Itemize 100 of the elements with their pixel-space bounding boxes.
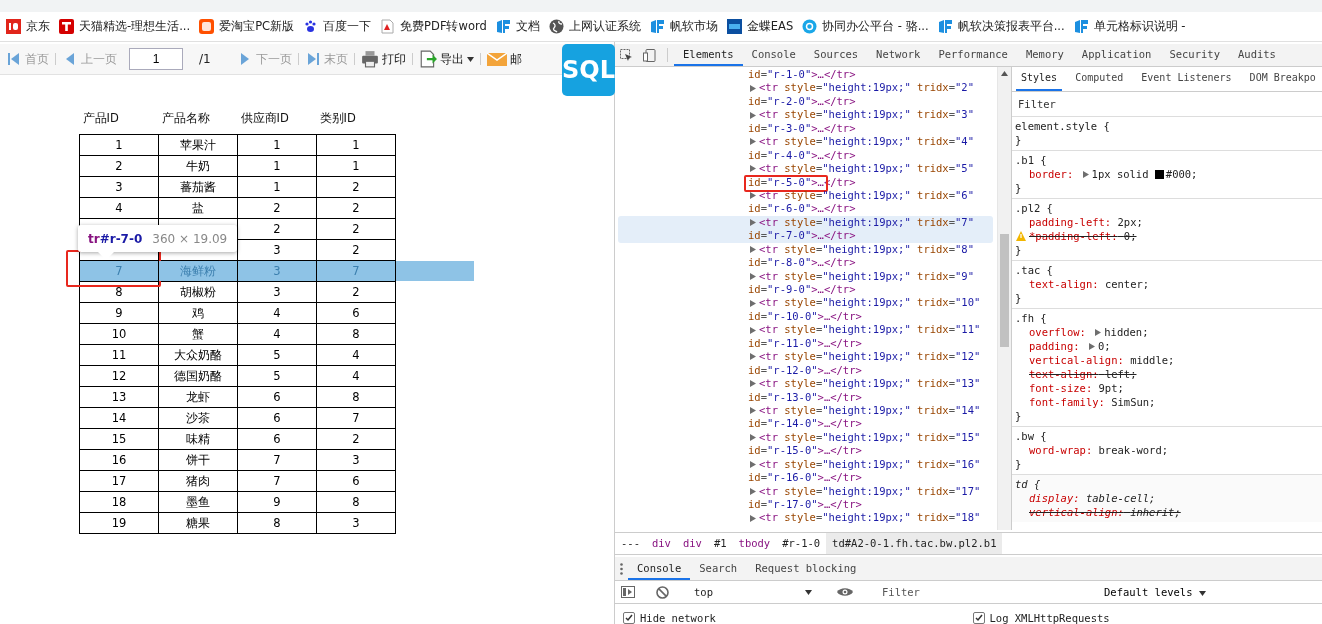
code-line: id="r-4-0">…</tr> — [748, 148, 856, 163]
context-select[interactable]: top — [690, 586, 816, 598]
breadcrumb[interactable]: div — [676, 533, 708, 554]
bookmark[interactable]: 帆软决策报表平台... — [937, 19, 1065, 34]
drawer-tab[interactable]: Request blocking — [746, 557, 866, 580]
expand-triangle-icon[interactable] — [750, 219, 756, 227]
expand-triangle-icon[interactable] — [1088, 343, 1095, 350]
expand-triangle-icon[interactable] — [750, 514, 756, 522]
styles-tab[interactable]: Computed — [1070, 67, 1129, 91]
styles-tab[interactable]: Styles — [1016, 67, 1063, 91]
breadcrumb[interactable]: td#A2-0-1.fh.tac.bw.pl2.b1 — [826, 533, 1003, 554]
code-line: <tr style="height:19px;" tridx="10" — [759, 296, 981, 310]
bookmark[interactable]: 免费PDF转word — [380, 19, 487, 34]
expand-triangle-icon[interactable] — [750, 272, 756, 280]
expand-triangle-icon[interactable] — [750, 111, 756, 119]
table-cell: 6 — [237, 428, 317, 450]
devtools-tab[interactable]: Elements — [674, 44, 743, 66]
levels-dropdown[interactable]: Default levels — [1098, 585, 1212, 599]
sidebar-toggle-icon[interactable] — [621, 586, 635, 598]
devtools-tab[interactable]: Memory — [1016, 44, 1073, 66]
code-line: id="r-8-0">…</tr> — [748, 256, 856, 270]
bookmark-icon — [937, 19, 953, 34]
expand-triangle-icon[interactable] — [1082, 171, 1089, 178]
scrollbar[interactable] — [997, 67, 1011, 530]
breadcrumb[interactable]: #1 — [707, 533, 733, 554]
devtools-tab[interactable]: Console — [742, 44, 805, 66]
color-swatch[interactable] — [1154, 170, 1164, 179]
expand-triangle-icon[interactable] — [750, 326, 756, 334]
expand-triangle-icon[interactable] — [750, 192, 756, 200]
code-line: id="r-3-0">…</tr> — [748, 121, 856, 136]
toolbar-button[interactable]: 打印 — [356, 50, 410, 68]
breadcrumb[interactable]: tbody — [732, 533, 777, 554]
breadcrumb[interactable]: div — [645, 533, 677, 554]
checkbox[interactable] — [623, 612, 635, 624]
drawer-tab[interactable]: Console — [628, 557, 691, 580]
code-line: <tr style="height:19px;" tridx="4" — [759, 135, 974, 149]
styles-tab[interactable]: Event Listeners — [1136, 67, 1237, 91]
table-cell: 19 — [79, 512, 159, 534]
code-line: <tr style="height:19px;" tridx="13" — [759, 377, 981, 391]
bookmark[interactable]: 京东 — [6, 19, 50, 34]
scroll-up-icon[interactable] — [1001, 71, 1008, 76]
expand-triangle-icon[interactable] — [750, 434, 756, 442]
bookmark[interactable]: 天猫精选-理想生活... — [59, 19, 191, 34]
bookmark[interactable]: 爱淘宝PC新版 — [199, 19, 295, 34]
page-number-field[interactable]: 1 — [129, 48, 183, 70]
devtools-tab[interactable]: Performance — [929, 44, 1017, 66]
expand-triangle-icon[interactable] — [750, 353, 756, 361]
bookmark[interactable]: 金蝶EAS — [726, 19, 794, 34]
table-cell: 4 — [79, 197, 159, 219]
expand-triangle-icon[interactable] — [750, 380, 756, 388]
bookmark[interactable]: 帆软市场 — [649, 19, 718, 34]
toolbar-button[interactable]: 邮 — [482, 50, 526, 68]
column-header: 类别ID — [316, 110, 396, 135]
expand-triangle-icon[interactable] — [750, 84, 756, 92]
styles-tab[interactable]: DOM Breakpo — [1244, 67, 1321, 91]
breadcrumb[interactable]: --- — [615, 533, 646, 554]
bookmark[interactable]: 单元格标识说明 - — [1073, 19, 1186, 34]
breadcrumb[interactable]: #r-1-0 — [776, 533, 827, 554]
clear-icon[interactable] — [656, 585, 669, 599]
rule-selector: .tac { — [1015, 263, 1054, 277]
expand-triangle-icon[interactable] — [750, 138, 756, 146]
table-cell: 6 — [237, 386, 317, 408]
table-cell: 6 — [316, 470, 396, 492]
expand-triangle-icon[interactable] — [750, 460, 756, 468]
devtools-tab[interactable]: Audits — [1229, 44, 1285, 66]
drawer-tab[interactable]: Search — [690, 557, 747, 580]
table-cell: 1 — [237, 134, 317, 156]
table-cell: 4 — [316, 365, 396, 387]
expand-triangle-icon[interactable] — [1095, 329, 1102, 336]
bookmark[interactable]: 文档 — [495, 19, 540, 34]
expand-triangle-icon[interactable] — [750, 487, 756, 495]
expand-triangle-icon[interactable] — [750, 299, 756, 307]
table-cell: 2 — [237, 197, 317, 219]
scrollbar-thumb[interactable] — [1000, 234, 1009, 347]
checkbox[interactable] — [972, 612, 985, 624]
devtools-tab[interactable]: Security — [1160, 44, 1229, 66]
devtools-tab[interactable]: Sources — [804, 44, 868, 66]
css-declaration: padding: 0; — [1029, 339, 1111, 353]
expand-triangle-icon[interactable] — [750, 245, 756, 253]
eye-icon[interactable] — [837, 587, 853, 597]
table-cell: 2 — [316, 281, 396, 303]
bookmark-icon — [59, 19, 74, 34]
expand-triangle-icon[interactable] — [750, 407, 756, 415]
bookmark[interactable]: 协同办公平台 - 骆... — [802, 19, 929, 34]
table-cell: 蕃茄酱 — [158, 176, 238, 198]
selected-node[interactable]: <tr style="height:19px;" tridx="7" id="r-7-0">…</tr> — [618, 215, 993, 243]
table-cell: 沙茶 — [158, 407, 238, 429]
toolbar-menu-button[interactable]: 导出 — [414, 50, 478, 68]
code-line: <tr style="height:19px;" tridx="18" — [759, 511, 981, 525]
devtools-tab[interactable]: Network — [867, 44, 930, 66]
bookmark[interactable]: 百度一下 — [303, 19, 372, 34]
tooltip-selector: tr#r-7-0 — [88, 231, 143, 246]
code-line: id="r-10-0">…</tr> — [748, 309, 862, 324]
code-line: id="r-11-0">…</tr> — [748, 336, 862, 351]
sql-logo: SQL — [562, 44, 615, 96]
code-line: <tr style="height:19px;" tridx="12" — [759, 350, 981, 364]
setting-label: Log XMLHttpRequests — [989, 612, 1110, 624]
bookmark[interactable]: 上网认证系统 — [548, 19, 641, 34]
expand-triangle-icon[interactable] — [750, 165, 756, 173]
devtools-tab[interactable]: Application — [1072, 44, 1161, 66]
